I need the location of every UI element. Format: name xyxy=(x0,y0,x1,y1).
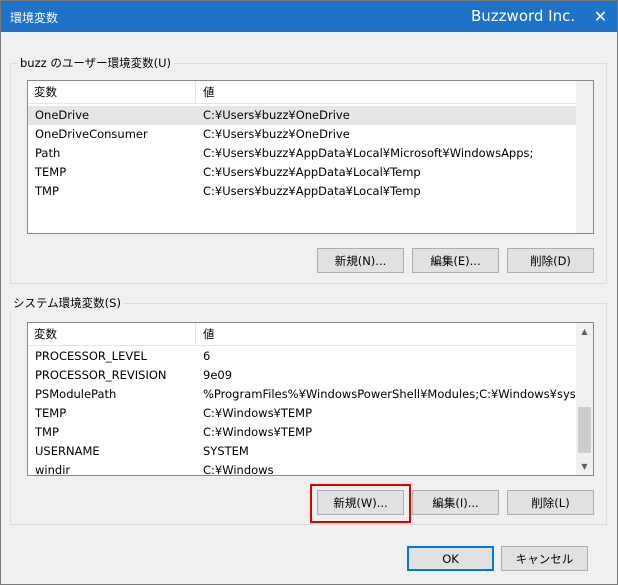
column-header-value[interactable]: 値 xyxy=(197,81,215,103)
scroll-up-arrow-icon[interactable]: ▲ xyxy=(576,323,593,340)
variable-name: PROCESSOR_LEVEL xyxy=(35,349,147,363)
user-list-scrollbar[interactable] xyxy=(576,81,593,233)
variable-name: windir xyxy=(35,463,71,476)
variable-name: TMP xyxy=(35,425,59,439)
variable-value: C:¥Users¥buzz¥OneDrive xyxy=(203,108,350,122)
variable-name: OneDrive xyxy=(35,108,90,122)
variable-value: C:¥Windows xyxy=(203,463,274,476)
column-header-name[interactable]: 変数 xyxy=(28,323,57,345)
column-separator[interactable] xyxy=(195,81,196,103)
variable-value: C:¥Users¥buzz¥AppData¥Local¥Temp xyxy=(203,165,421,179)
user-edit-button[interactable]: 編集(E)... xyxy=(412,248,499,273)
variable-value: %ProgramFiles%¥WindowsPowerShell¥Modules… xyxy=(203,387,594,401)
environment-variables-dialog: 環境変数 Buzzword Inc. ✕ buzz のユーザー環境変数(U) 変… xyxy=(0,0,618,585)
system-delete-button[interactable]: 削除(L) xyxy=(507,490,594,515)
window-title: 環境変数 xyxy=(10,11,59,25)
variable-value: 6 xyxy=(203,349,211,363)
column-header-value[interactable]: 値 xyxy=(197,323,215,345)
scrollbar-thumb[interactable] xyxy=(578,407,591,453)
variable-name: USERNAME xyxy=(35,444,100,458)
variable-name: PROCESSOR_REVISION xyxy=(35,368,167,382)
variable-row[interactable]: USERNAME SYSTEM xyxy=(28,442,576,461)
user-new-button[interactable]: 新規(N)... xyxy=(317,248,404,273)
variable-value: C:¥Windows¥TEMP xyxy=(203,425,313,439)
system-variables-header: 変数 値 xyxy=(28,323,576,346)
variable-name: Path xyxy=(35,146,61,160)
scroll-down-arrow-icon[interactable]: ▼ xyxy=(576,458,593,475)
system-edit-button[interactable]: 編集(I)... xyxy=(412,490,499,515)
user-delete-button[interactable]: 削除(D) xyxy=(507,248,594,273)
title-bar: 環境変数 Buzzword Inc. ✕ xyxy=(1,1,617,32)
variable-name: PSModulePath xyxy=(35,387,117,401)
variable-row[interactable]: OneDrive C:¥Users¥buzz¥OneDrive xyxy=(28,106,576,125)
variable-row[interactable]: OneDriveConsumer C:¥Users¥buzz¥OneDrive xyxy=(28,125,576,144)
brand-label: Buzzword Inc. xyxy=(471,7,576,25)
variable-value: 9e09 xyxy=(203,368,233,382)
variable-value: C:¥Users¥buzz¥AppData¥Local¥Temp xyxy=(203,184,421,198)
variable-name: OneDriveConsumer xyxy=(35,127,148,141)
variable-row[interactable]: PROCESSOR_LEVEL 6 xyxy=(28,347,576,366)
system-variables-group-label: システム環境変数(S) xyxy=(10,295,124,311)
variable-row[interactable]: PSModulePath %ProgramFiles%¥WindowsPowerS… xyxy=(28,385,593,404)
variable-value: C:¥Users¥buzz¥AppData¥Local¥Microsoft¥Wi… xyxy=(203,146,534,160)
system-list-scrollbar[interactable]: ▲ ▼ xyxy=(576,323,593,475)
variable-name: TMP xyxy=(35,184,59,198)
variable-value: C:¥Users¥buzz¥OneDrive xyxy=(203,127,350,141)
variable-row[interactable]: windir C:¥Windows xyxy=(28,461,576,476)
highlight-box xyxy=(310,484,411,523)
variable-row[interactable]: Path C:¥Users¥buzz¥AppData¥Local¥Microsof… xyxy=(28,144,576,163)
variable-row[interactable]: TMP C:¥Windows¥TEMP xyxy=(28,423,576,442)
variable-row[interactable]: PROCESSOR_REVISION 9e09 xyxy=(28,366,576,385)
variable-row[interactable]: TEMP C:¥Users¥buzz¥AppData¥Local¥Temp xyxy=(28,163,576,182)
variable-value: C:¥Windows¥TEMP xyxy=(203,406,313,420)
close-icon[interactable]: ✕ xyxy=(584,1,617,32)
variable-name: TEMP xyxy=(35,406,67,420)
variable-name: TEMP xyxy=(35,165,67,179)
variable-row[interactable]: TEMP C:¥Windows¥TEMP xyxy=(28,404,576,423)
ok-button[interactable]: OK xyxy=(407,546,494,571)
user-variables-header: 変数 値 xyxy=(28,81,576,104)
cancel-button[interactable]: キャンセル xyxy=(501,546,588,571)
variable-value: SYSTEM xyxy=(203,444,249,458)
column-separator[interactable] xyxy=(195,323,196,345)
variable-row[interactable]: TMP C:¥Users¥buzz¥AppData¥Local¥Temp xyxy=(28,182,576,201)
column-header-name[interactable]: 変数 xyxy=(28,81,57,103)
user-variables-list[interactable]: 変数 値 OneDrive C:¥Users¥buzz¥OneDrive OneDr… xyxy=(27,80,594,234)
user-variables-group-label: buzz のユーザー環境変数(U) xyxy=(17,55,174,71)
system-variables-list[interactable]: 変数 値 PROCESSOR_LEVEL 6 PROCESSOR_REVISION 9… xyxy=(27,322,594,476)
